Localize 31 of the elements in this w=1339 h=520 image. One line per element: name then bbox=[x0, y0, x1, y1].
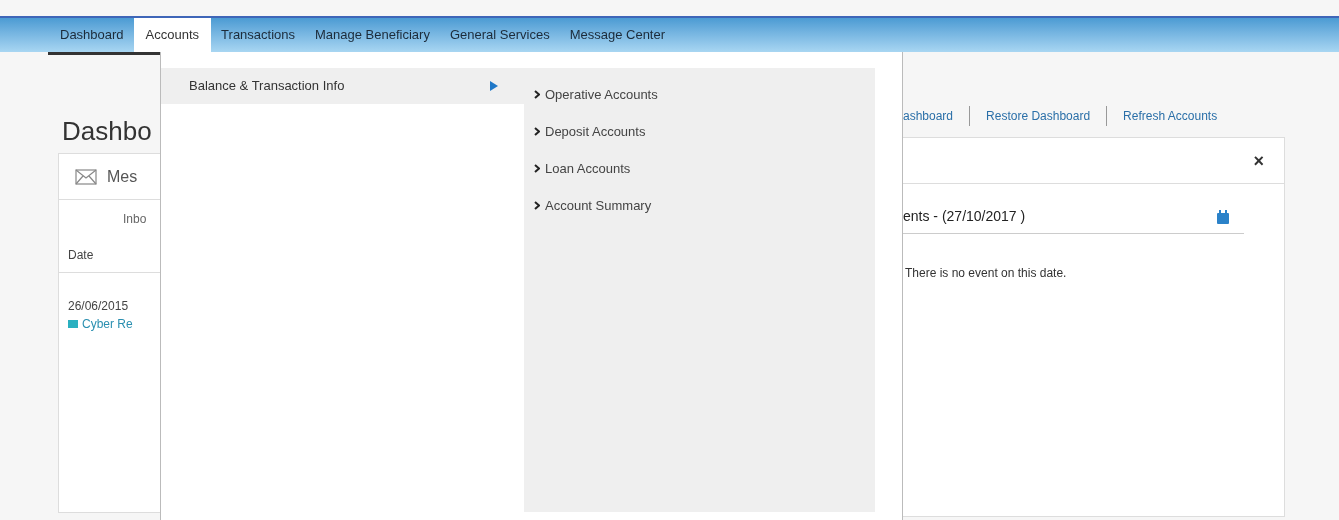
submenu-link[interactable]: Loan Accounts bbox=[524, 150, 875, 187]
chevron-icon bbox=[534, 90, 540, 99]
message-date: 26/06/2015 bbox=[68, 298, 130, 315]
mail-icon bbox=[68, 320, 78, 328]
calendar-icon[interactable] bbox=[1216, 209, 1230, 224]
dashboard-link[interactable]: Refresh Accounts bbox=[1123, 107, 1218, 125]
column-header: Date bbox=[68, 248, 94, 262]
chevron-icon bbox=[534, 127, 540, 136]
inbox-tab[interactable]: Inbo bbox=[59, 200, 160, 228]
events-heading: ents - (27/10/2017 ) bbox=[903, 207, 1026, 226]
close-button[interactable]: × bbox=[1253, 151, 1264, 170]
menu-item[interactable]: Balance & Transaction Info bbox=[161, 68, 524, 104]
dashboard-link[interactable]: Restore Dashboard bbox=[986, 107, 1091, 125]
nav-tab[interactable]: Manage Beneficiary bbox=[305, 18, 440, 52]
page-title: Dashbo bbox=[62, 115, 153, 147]
chevron-icon bbox=[534, 201, 540, 210]
message-link[interactable]: Cyber Re bbox=[82, 315, 133, 333]
nav-tab[interactable]: Accounts bbox=[133, 18, 212, 52]
submenu-link[interactable]: Account Summary bbox=[524, 187, 875, 224]
nav-tab[interactable]: Message Center bbox=[559, 18, 676, 52]
nav-tab[interactable]: General Services bbox=[439, 18, 560, 52]
nav-tab[interactable]: Dashboard bbox=[50, 18, 134, 52]
empty-message: There is no event on this date. bbox=[904, 265, 1068, 282]
nav-tab[interactable]: Transactions bbox=[211, 18, 306, 52]
submenu-link[interactable]: Deposit Accounts bbox=[524, 113, 875, 150]
panel-title: Mes bbox=[107, 166, 138, 187]
submenu-link[interactable]: Operative Accounts bbox=[524, 76, 875, 113]
dashboard-link[interactable]: ashboard bbox=[903, 107, 954, 125]
chevron-icon bbox=[534, 164, 540, 173]
envelope-icon bbox=[75, 168, 97, 185]
submenu-arrow-icon bbox=[490, 81, 498, 91]
